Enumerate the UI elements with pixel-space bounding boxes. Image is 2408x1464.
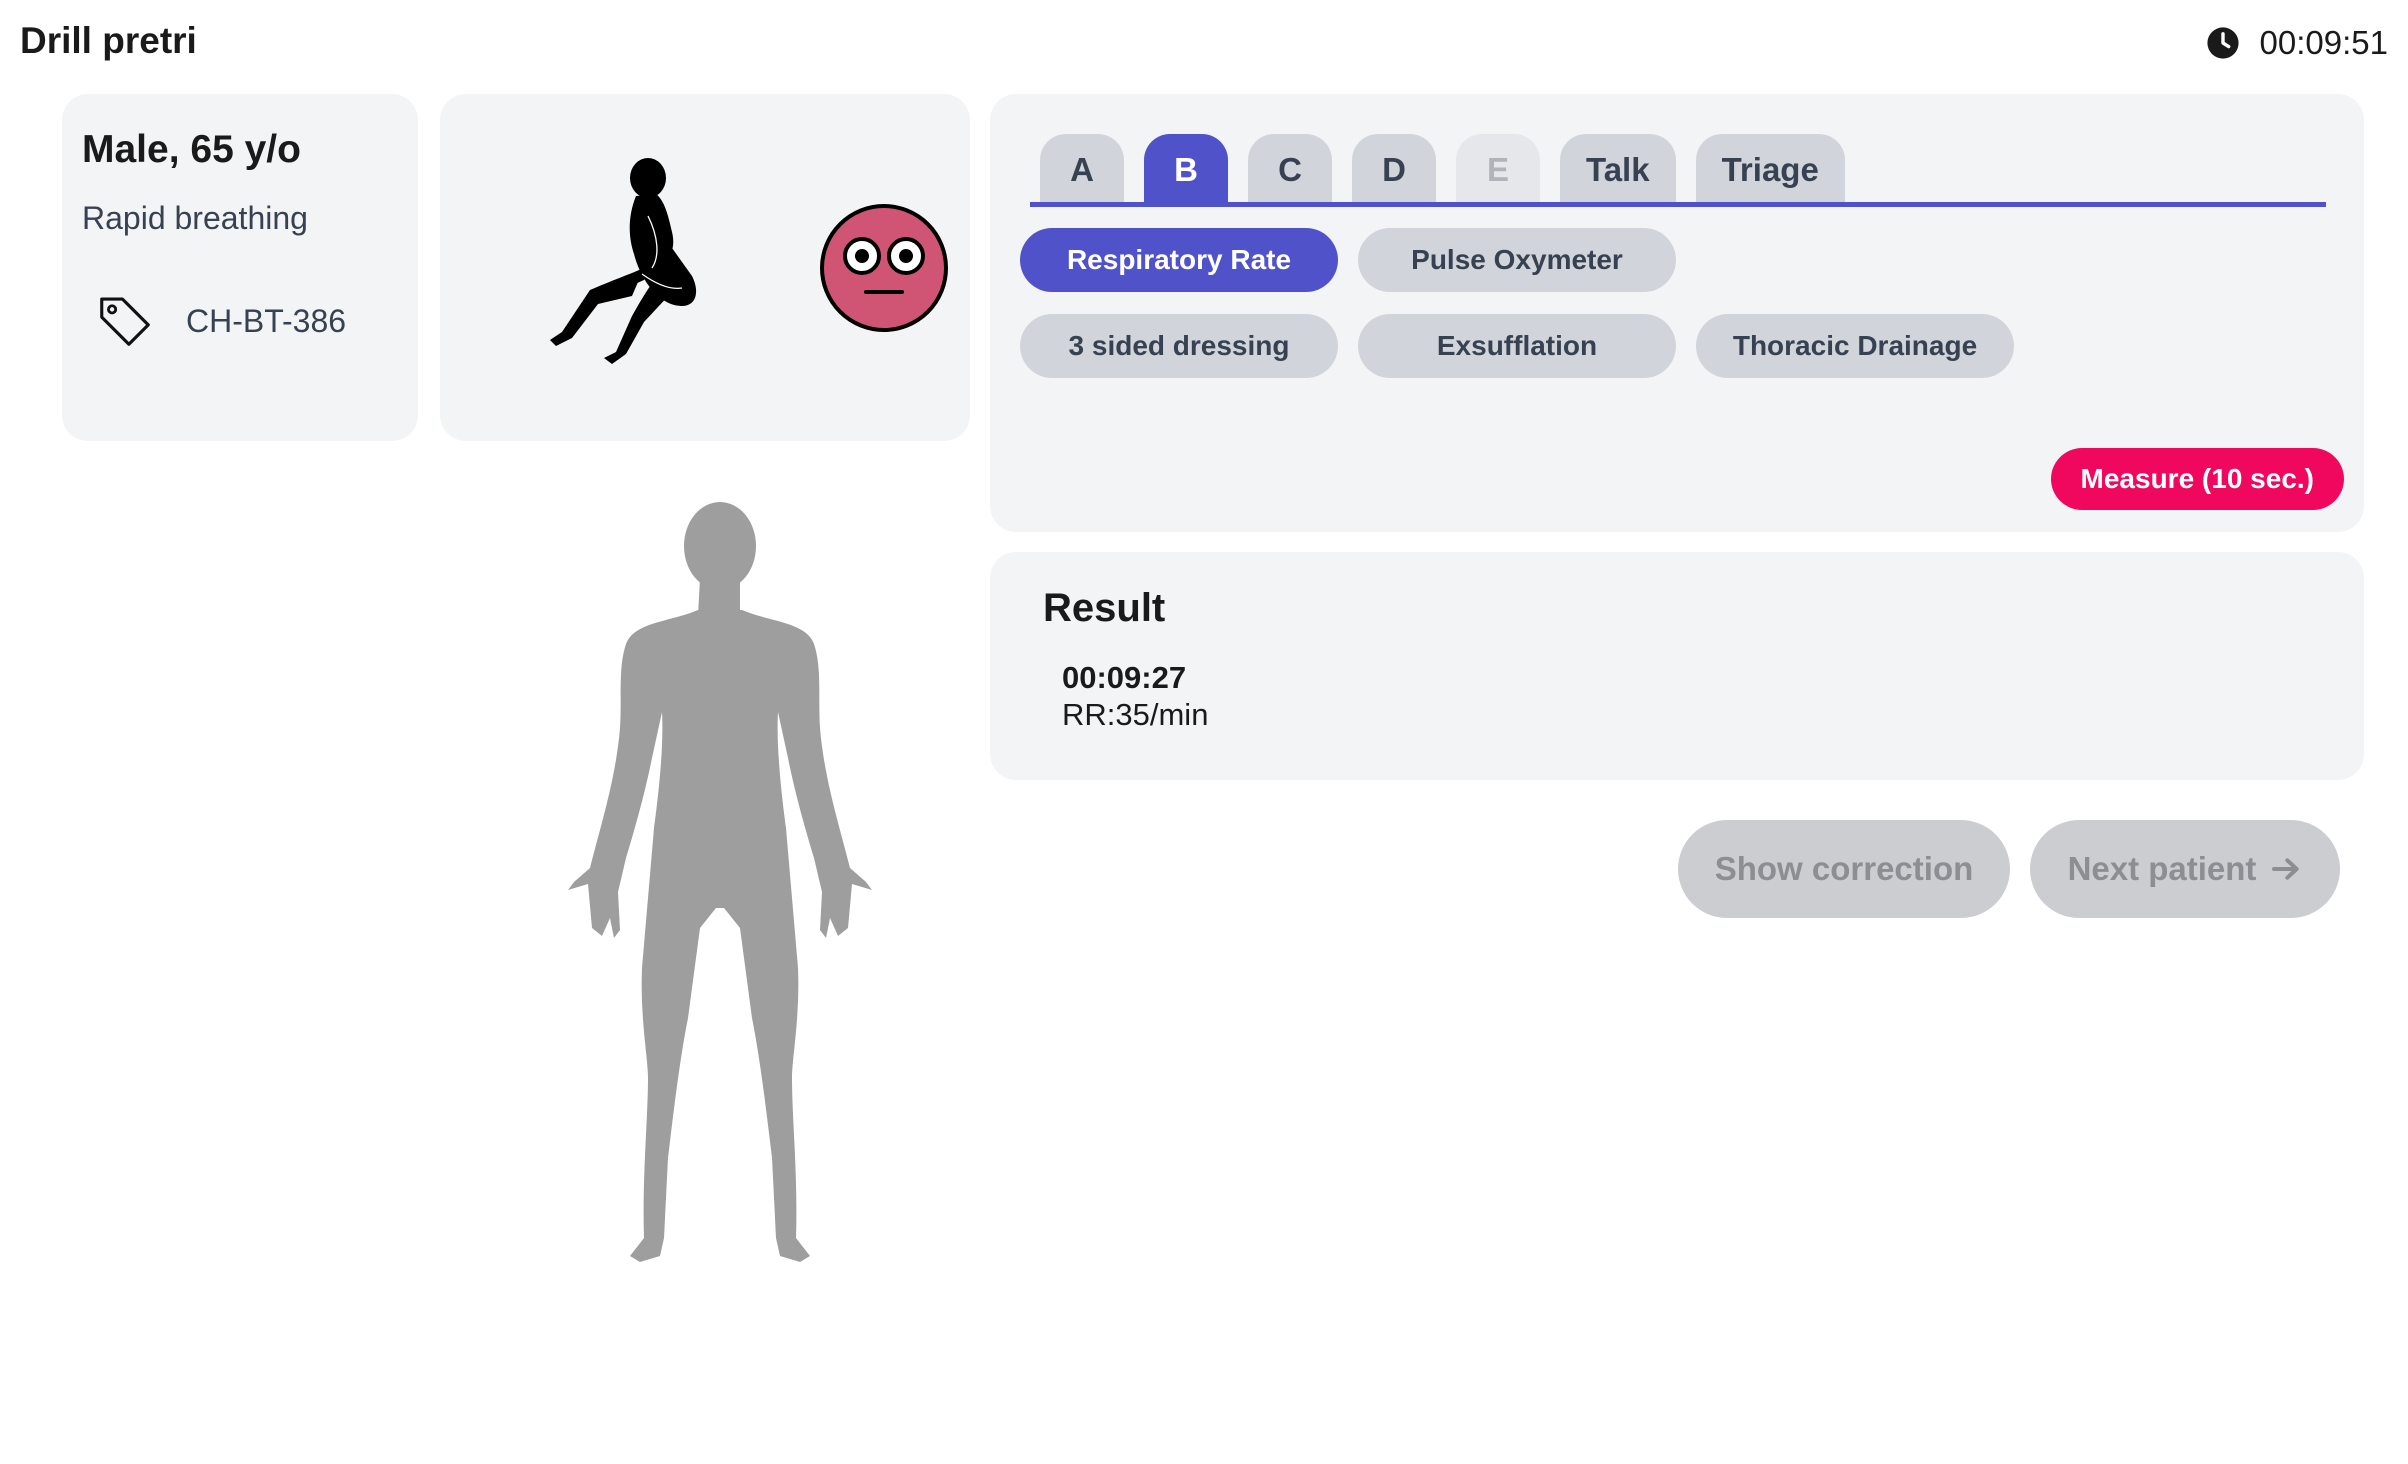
result-value: RR:35/min (1062, 697, 1209, 732)
assessment-panel: A B C D E Talk Triage Respiratory Rate P… (990, 94, 2364, 532)
result-time: 00:09:27 (1062, 660, 1187, 695)
tab-a[interactable]: A (1040, 134, 1124, 206)
three-sided-dressing-button[interactable]: 3 sided dressing (1020, 314, 1338, 378)
show-correction-button[interactable]: Show correction (1678, 820, 2010, 918)
patient-state-card (440, 94, 970, 441)
patient-symptom: Rapid breathing (82, 200, 308, 236)
next-patient-label: Next patient (2067, 850, 2257, 887)
tab-b[interactable]: B (1144, 134, 1228, 206)
tab-d[interactable]: D (1352, 134, 1436, 206)
arrow-right-icon (2272, 858, 2300, 880)
action-list: Respiratory Rate Pulse Oxymeter 3 sided … (1020, 228, 2020, 378)
clock-icon (2206, 27, 2239, 59)
result-title: Result (1043, 586, 1166, 630)
worried-face-icon (820, 204, 948, 332)
result-panel: Result 00:09:27 RR:35/min (990, 552, 2364, 780)
exsufflation-button[interactable]: Exsufflation (1358, 314, 1676, 378)
tab-e[interactable]: E (1456, 134, 1540, 206)
page-title: Drill pretri (20, 20, 197, 61)
patient-name: Male, 65 y/o (82, 128, 301, 171)
tab-underline (1030, 202, 2326, 207)
measure-button[interactable]: Measure (10 sec.) (2050, 448, 2344, 510)
sitting-pose-icon (550, 158, 697, 364)
thoracic-drainage-button[interactable]: Thoracic Drainage (1696, 314, 2014, 378)
patient-tag: CH-BT-386 (94, 290, 346, 352)
body-silhouette[interactable] (530, 498, 910, 1268)
tag-icon (100, 297, 150, 346)
patient-info-card: Male, 65 y/o Rapid breathing CH-BT-386 (62, 94, 418, 441)
tab-bar: A B C D E Talk Triage (1040, 134, 1845, 206)
tab-triage[interactable]: Triage (1695, 134, 1845, 206)
next-patient-button[interactable]: Next patient (2030, 820, 2340, 918)
tab-talk[interactable]: Talk (1560, 134, 1676, 206)
timer-value: 00:09:51 (2259, 24, 2388, 61)
tab-c[interactable]: C (1248, 134, 1332, 206)
respiratory-rate-button[interactable]: Respiratory Rate (1020, 228, 1338, 292)
timer: 00:09:51 (2206, 24, 2388, 62)
show-correction-label: Show correction (1714, 850, 1974, 887)
pulse-oxymeter-button[interactable]: Pulse Oxymeter (1358, 228, 1676, 292)
tag-code: CH-BT-386 (186, 302, 347, 339)
